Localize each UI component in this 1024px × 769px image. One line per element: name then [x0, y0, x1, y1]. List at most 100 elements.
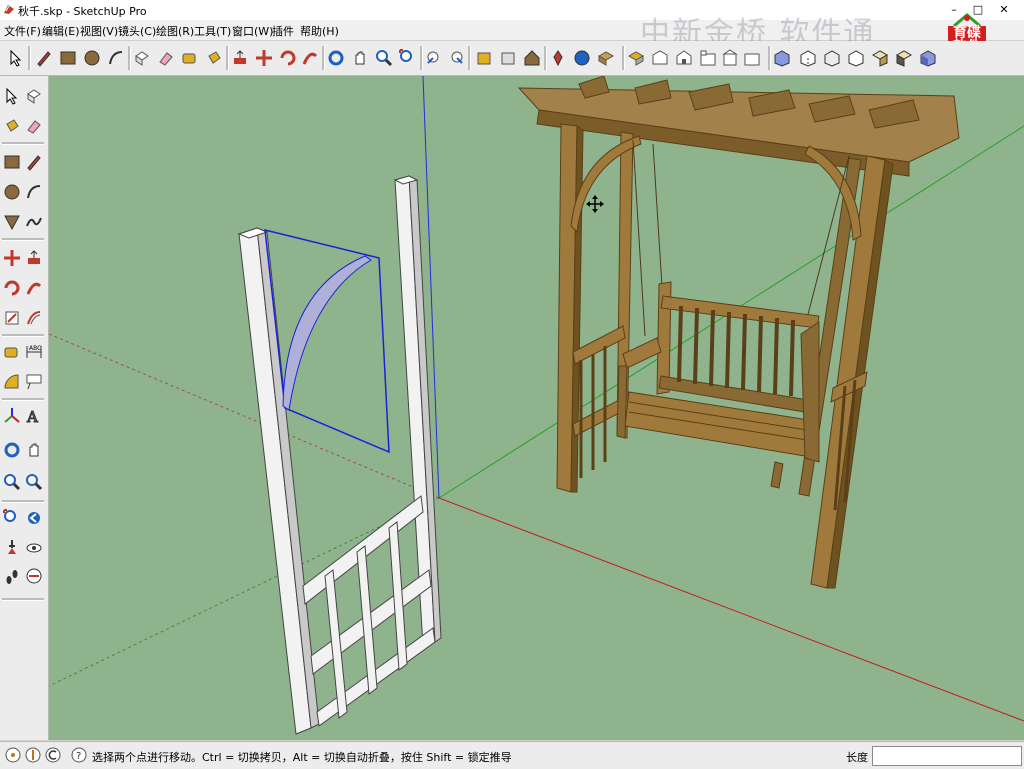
swing-arbor-model[interactable]: [517, 76, 960, 589]
circle-icon[interactable]: [82, 48, 102, 68]
walk-icon[interactable]: [2, 566, 22, 586]
select-icon[interactable]: [2, 86, 22, 106]
eraser-icon[interactable]: [156, 48, 176, 68]
orbit-icon[interactable]: [2, 440, 22, 460]
push-pull-icon[interactable]: [230, 48, 250, 68]
move-icon[interactable]: [2, 248, 22, 268]
main-toolbar: [0, 41, 1024, 76]
toolbar-separator: [468, 46, 471, 70]
text-icon[interactable]: [24, 372, 44, 392]
circle-icon[interactable]: [2, 182, 22, 202]
follow-me-icon[interactable]: [24, 278, 44, 298]
menu-item-3[interactable]: 镜头(C): [118, 23, 156, 39]
orbit-icon[interactable]: [326, 48, 346, 68]
push-pull-icon[interactable]: [24, 248, 44, 268]
toolbar-separator: [2, 238, 44, 241]
pencil-icon[interactable]: [34, 48, 54, 68]
rotate-icon[interactable]: [2, 278, 22, 298]
menu-item-4[interactable]: 绘图(R): [156, 23, 194, 39]
follow-me-icon[interactable]: [300, 48, 320, 68]
photo-textures-icon[interactable]: [596, 48, 616, 68]
left-view-icon[interactable]: [742, 48, 762, 68]
scene-canvas[interactable]: [49, 76, 1024, 740]
rectangle-icon[interactable]: [2, 152, 22, 172]
zoom-icon[interactable]: [374, 48, 394, 68]
monochrome-icon[interactable]: [918, 48, 938, 68]
toolbar-separator: [420, 46, 423, 70]
freehand-icon[interactable]: [24, 212, 44, 232]
position-camera-icon[interactable]: [2, 538, 22, 558]
menu-item-2[interactable]: 视图(V): [80, 23, 118, 39]
tape-measure-icon[interactable]: [180, 48, 200, 68]
arc-icon[interactable]: [24, 182, 44, 202]
make-component-icon[interactable]: [132, 48, 152, 68]
white-frame-model[interactable]: [237, 175, 442, 735]
pan-icon[interactable]: [350, 48, 370, 68]
paint-bucket-icon[interactable]: [2, 116, 22, 136]
menu-item-8[interactable]: 帮助(H): [300, 23, 339, 39]
make-component-icon[interactable]: [24, 86, 44, 106]
hidden-line-icon[interactable]: [846, 48, 866, 68]
arc-icon[interactable]: [106, 48, 126, 68]
svg-text:?: ?: [76, 751, 81, 762]
3d-warehouse-icon[interactable]: [522, 48, 542, 68]
offset-icon[interactable]: [24, 308, 44, 328]
modeling-viewport[interactable]: [49, 76, 1024, 740]
eraser-icon[interactable]: [24, 116, 44, 136]
toggle-terrain-icon[interactable]: [572, 48, 592, 68]
window-title: 秋千.skp - SketchUp Pro: [18, 5, 147, 18]
dimension-icon[interactable]: ABC: [24, 342, 44, 362]
selected-arc[interactable]: [282, 255, 372, 411]
zoom-extents-icon[interactable]: [2, 508, 22, 528]
3d-text-icon[interactable]: A: [24, 406, 44, 427]
zoom-extents-icon[interactable]: [398, 48, 418, 68]
tape-measure-icon[interactable]: [2, 342, 22, 362]
previous-view-icon[interactable]: [424, 48, 444, 68]
look-around-icon[interactable]: [24, 538, 44, 558]
back-view-icon[interactable]: [720, 48, 740, 68]
get-models-icon[interactable]: [474, 48, 494, 68]
section-plane-icon[interactable]: [24, 566, 44, 586]
add-location-icon[interactable]: [548, 48, 568, 68]
menu-item-0[interactable]: 文件(F): [4, 23, 41, 39]
select-icon[interactable]: [6, 48, 26, 68]
iso-view-icon[interactable]: [626, 48, 646, 68]
toolbar-separator: [622, 46, 625, 70]
credits-icon[interactable]: [24, 746, 42, 764]
zoom-icon[interactable]: [2, 472, 22, 492]
rotate-icon[interactable]: [278, 48, 298, 68]
xray-icon[interactable]: [772, 48, 792, 68]
scale-icon[interactable]: [2, 308, 22, 328]
toolbar-separator: [544, 46, 547, 70]
line-icon[interactable]: [24, 152, 44, 172]
shaded-textures-icon[interactable]: [894, 48, 914, 68]
toolbar-separator: [226, 46, 229, 70]
menu-item-7[interactable]: 插件: [272, 23, 294, 39]
rectangle-icon[interactable]: [58, 48, 78, 68]
toolbar-separator: [2, 142, 44, 145]
close-button[interactable]: ✕: [994, 2, 1014, 17]
geo-location-icon[interactable]: [4, 746, 22, 764]
pan-icon[interactable]: [24, 440, 44, 460]
axes-icon[interactable]: [2, 406, 22, 426]
measurements-input[interactable]: [872, 746, 1022, 766]
paint-bucket-icon[interactable]: [204, 48, 224, 68]
menu-item-1[interactable]: 编辑(E): [42, 23, 80, 39]
next-view-icon[interactable]: [446, 48, 466, 68]
shaded-icon[interactable]: [870, 48, 890, 68]
menu-item-6[interactable]: 窗口(W): [232, 23, 273, 39]
previous-icon[interactable]: [24, 508, 44, 528]
share-model-icon[interactable]: [498, 48, 518, 68]
zoom-window-icon[interactable]: [24, 472, 44, 492]
copyright-icon[interactable]: [44, 746, 62, 764]
menu-item-5[interactable]: 工具(T): [194, 23, 231, 39]
move-icon[interactable]: [254, 48, 274, 68]
protractor-icon[interactable]: [2, 372, 22, 392]
back-edges-icon[interactable]: [798, 48, 818, 68]
right-view-icon[interactable]: [698, 48, 718, 68]
instructor-help-icon[interactable]: ?: [70, 746, 88, 764]
front-view-icon[interactable]: [674, 48, 694, 68]
polygon-icon[interactable]: [2, 212, 22, 232]
wireframe-icon[interactable]: [822, 48, 842, 68]
top-view-icon[interactable]: [650, 48, 670, 68]
